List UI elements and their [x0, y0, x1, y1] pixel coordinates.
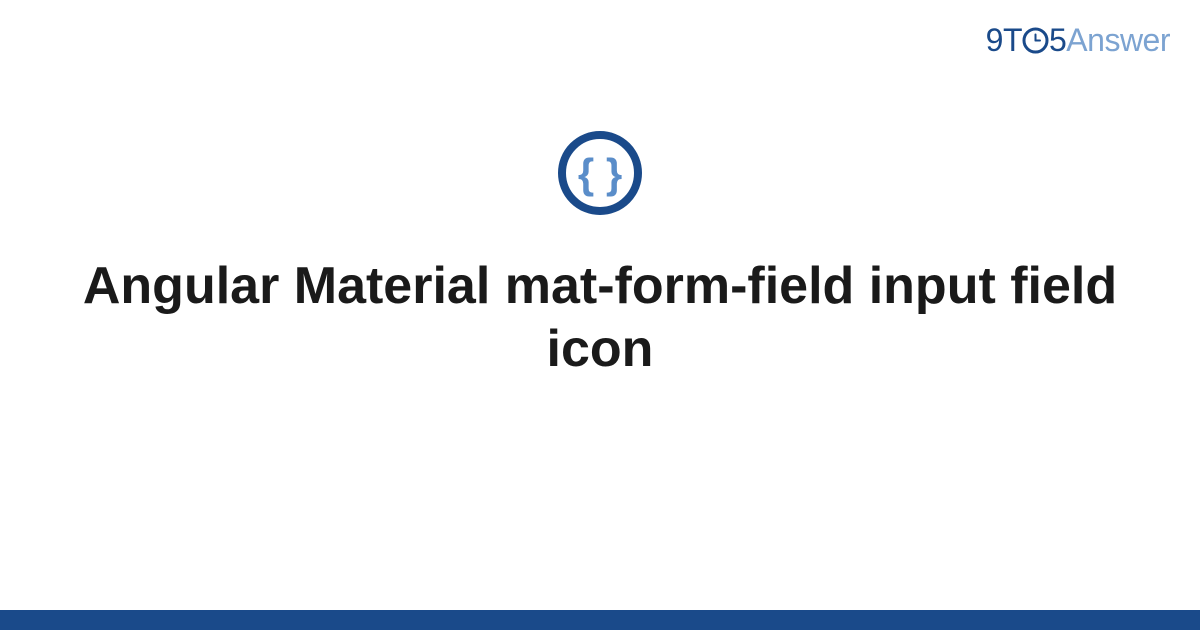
footer-bar — [0, 610, 1200, 630]
brand-5: 5 — [1049, 22, 1066, 58]
brand-clock-icon — [1022, 27, 1049, 54]
brand-answer: Answer — [1066, 22, 1170, 58]
brand-9: 9 — [986, 22, 1003, 58]
brand-logo: 9T 5Answer — [986, 22, 1170, 59]
code-braces-icon: { } — [557, 130, 643, 216]
brand-t: T — [1003, 22, 1022, 58]
page-title: Angular Material mat-form-field input fi… — [0, 255, 1200, 382]
svg-text:{ }: { } — [578, 150, 622, 197]
